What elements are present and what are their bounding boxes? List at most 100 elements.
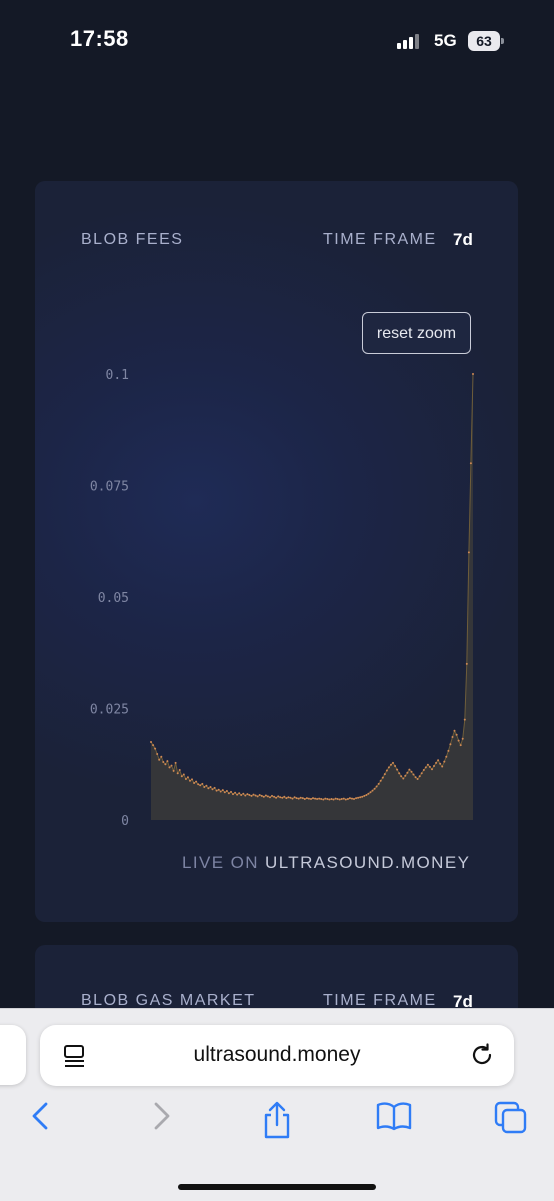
previous-tab-preview[interactable] bbox=[0, 1025, 26, 1085]
data-point bbox=[277, 795, 280, 798]
data-point bbox=[387, 766, 390, 769]
data-point bbox=[193, 782, 196, 784]
data-point bbox=[326, 798, 329, 800]
data-point bbox=[152, 744, 155, 747]
data-point bbox=[404, 774, 407, 777]
data-point bbox=[336, 798, 339, 800]
battery-icon: 63 bbox=[468, 31, 504, 51]
live-on-site: ULTRASOUND.MONEY bbox=[265, 853, 471, 872]
data-point bbox=[199, 784, 202, 787]
data-point bbox=[297, 797, 300, 800]
status-time: 17:58 bbox=[70, 26, 129, 51]
data-point bbox=[316, 798, 319, 800]
data-point bbox=[264, 794, 267, 797]
data-point bbox=[191, 778, 193, 781]
data-point bbox=[447, 749, 450, 752]
data-point bbox=[170, 764, 173, 767]
data-point bbox=[396, 768, 399, 771]
y-tick-label: 0.075 bbox=[90, 480, 129, 495]
data-point bbox=[373, 787, 376, 790]
reset-zoom-button[interactable]: reset zoom bbox=[362, 312, 471, 354]
data-point bbox=[271, 794, 273, 797]
data-point bbox=[184, 778, 187, 780]
data-point bbox=[412, 773, 415, 776]
data-point bbox=[273, 795, 276, 798]
data-point bbox=[305, 797, 308, 800]
data-point bbox=[154, 747, 157, 750]
data-point bbox=[428, 765, 431, 768]
data-point bbox=[346, 798, 349, 800]
data-point bbox=[439, 762, 442, 765]
data-point bbox=[465, 662, 468, 665]
data-point bbox=[213, 786, 216, 789]
blob-fees-card: BLOB FEES TIME FRAME 7d 0 0.025 0.05 0.075 0… bbox=[35, 181, 518, 922]
data-point bbox=[248, 794, 251, 796]
live-on-prefix: LIVE ON bbox=[182, 853, 259, 872]
data-point bbox=[234, 791, 237, 794]
data-point bbox=[291, 797, 294, 800]
url-text[interactable]: ultrasound.money bbox=[40, 1043, 514, 1067]
data-point bbox=[150, 741, 152, 743]
data-point bbox=[322, 798, 325, 801]
data-point bbox=[392, 761, 394, 764]
data-point bbox=[307, 797, 310, 800]
data-point bbox=[221, 789, 224, 792]
forward-icon[interactable] bbox=[148, 1101, 174, 1131]
data-point bbox=[459, 744, 462, 747]
data-point bbox=[348, 797, 351, 800]
data-point bbox=[324, 797, 327, 800]
data-point bbox=[301, 797, 304, 800]
bookmarks-icon[interactable] bbox=[376, 1101, 412, 1131]
data-point bbox=[363, 794, 366, 797]
live-on-footer[interactable]: LIVE ON ULTRASOUND.MONEY bbox=[182, 853, 470, 873]
data-point bbox=[469, 462, 472, 465]
data-point bbox=[162, 761, 165, 763]
data-point bbox=[281, 796, 284, 799]
data-point bbox=[431, 768, 433, 771]
data-point bbox=[445, 755, 448, 758]
data-point bbox=[207, 787, 210, 790]
data-point bbox=[390, 763, 392, 766]
data-point bbox=[252, 793, 255, 796]
data-point bbox=[332, 798, 335, 801]
data-point bbox=[254, 794, 257, 797]
data-point bbox=[330, 798, 333, 800]
data-point bbox=[455, 733, 458, 736]
data-point bbox=[398, 772, 401, 775]
data-point bbox=[158, 758, 161, 761]
address-bar[interactable]: ultrasound.money bbox=[40, 1025, 514, 1086]
data-point bbox=[186, 776, 189, 779]
data-point bbox=[375, 785, 378, 788]
back-icon[interactable] bbox=[28, 1101, 54, 1131]
data-point bbox=[174, 761, 177, 764]
data-point bbox=[371, 789, 374, 792]
blob-fees-chart[interactable]: 0 0.025 0.05 0.075 0.1 bbox=[35, 181, 518, 881]
reload-icon[interactable] bbox=[468, 1041, 496, 1069]
data-point bbox=[463, 718, 466, 721]
battery-level: 63 bbox=[468, 31, 500, 51]
data-point bbox=[340, 798, 343, 800]
data-point bbox=[457, 739, 460, 742]
tabs-icon[interactable] bbox=[494, 1101, 528, 1135]
status-bar: 17:58 5G 63 bbox=[0, 0, 554, 80]
y-tick-label: 0.025 bbox=[90, 703, 129, 718]
data-point bbox=[225, 790, 228, 792]
data-point bbox=[381, 776, 384, 779]
data-point bbox=[266, 795, 269, 798]
share-icon[interactable] bbox=[260, 1101, 294, 1141]
data-point bbox=[293, 796, 296, 799]
data-point bbox=[178, 769, 181, 771]
data-point bbox=[334, 797, 337, 800]
data-point bbox=[295, 797, 298, 800]
data-point bbox=[435, 761, 438, 764]
blob-fee-area bbox=[151, 374, 473, 820]
data-point bbox=[164, 763, 167, 766]
data-point bbox=[258, 794, 261, 796]
y-tick-label: 0.1 bbox=[106, 368, 129, 383]
data-point bbox=[236, 793, 239, 796]
data-point bbox=[285, 797, 288, 800]
data-point bbox=[314, 797, 317, 800]
data-point bbox=[287, 796, 290, 799]
data-point bbox=[402, 777, 405, 780]
data-point bbox=[359, 796, 362, 799]
